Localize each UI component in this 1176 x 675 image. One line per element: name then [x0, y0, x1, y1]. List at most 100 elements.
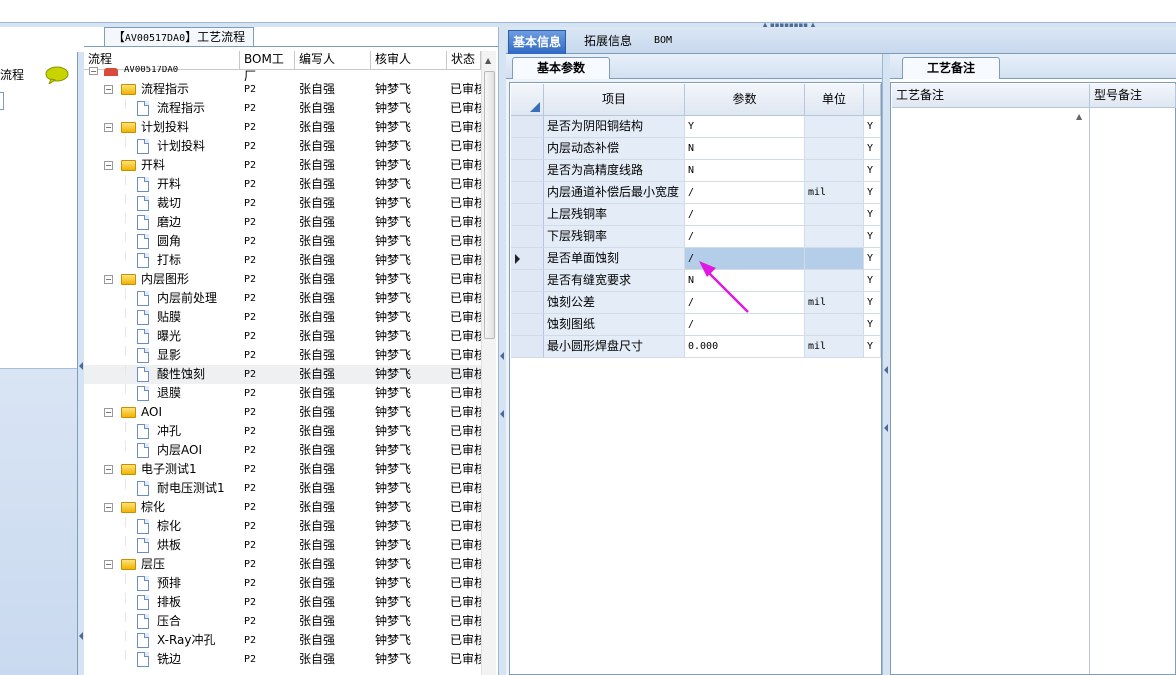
- param-flag: Y: [864, 160, 881, 182]
- row-indicator[interactable]: [511, 226, 544, 248]
- collapse-left-arrow-icon-2[interactable]: [79, 632, 83, 640]
- param-row[interactable]: 上层残铜率 / Y: [511, 204, 881, 226]
- collapse-toggle-icon[interactable]: −: [104, 85, 113, 94]
- tree-row[interactable]: 圆角 P2 张自强 钟梦飞 已审核: [84, 232, 481, 251]
- tree-row[interactable]: 内层前处理 P2 张自强 钟梦飞 已审核: [84, 289, 481, 308]
- folder-icon: [121, 407, 136, 418]
- tab-bom[interactable]: BOM: [650, 30, 676, 54]
- collapse-toggle-icon[interactable]: −: [89, 67, 98, 76]
- tree-row[interactable]: 计划投料 P2 张自强 钟梦飞 已审核: [84, 137, 481, 156]
- param-row[interactable]: 内层动态补偿 N Y: [511, 138, 881, 160]
- grid-col-item[interactable]: 项目: [544, 84, 685, 116]
- tree-row[interactable]: 流程指示 P2 张自强 钟梦飞 已审核: [84, 99, 481, 118]
- param-value[interactable]: N: [685, 160, 805, 182]
- collapse-right-arrow-icon[interactable]: [884, 366, 888, 374]
- tree-row[interactable]: 打标 P2 张自强 钟梦飞 已审核: [84, 251, 481, 270]
- param-value[interactable]: Y: [685, 116, 805, 138]
- home-icon: [104, 68, 118, 76]
- tree-row[interactable]: 冲孔 P2 张自强 钟梦飞 已审核: [84, 422, 481, 441]
- param-value[interactable]: /: [685, 204, 805, 226]
- notes-scroll-up-icon[interactable]: ▲: [1076, 112, 1082, 121]
- tree-row[interactable]: − 流程指示 P2 张自强 钟梦飞 已审核: [84, 80, 481, 99]
- tree-row[interactable]: − 电子测试1 P2 张自强 钟梦飞 已审核: [84, 460, 481, 479]
- collapse-middle-arrow-icon[interactable]: [500, 352, 504, 360]
- grid-col-param[interactable]: 参数: [685, 84, 805, 116]
- param-row[interactable]: 是否为高精度线路 N Y: [511, 160, 881, 182]
- tree-connector: [125, 175, 126, 185]
- tree-row[interactable]: 退膜 P2 张自强 钟梦飞 已审核: [84, 384, 481, 403]
- param-row[interactable]: 是否为阴阳铜结构 Y Y: [511, 116, 881, 138]
- tree-row[interactable]: 酸性蚀刻 P2 张自强 钟梦飞 已审核: [84, 365, 481, 384]
- grid-col-unit[interactable]: 单位: [805, 84, 864, 116]
- collapse-toggle-icon[interactable]: −: [104, 408, 113, 417]
- row-indicator[interactable]: [511, 336, 544, 358]
- scroll-up-icon[interactable]: ▲: [485, 56, 491, 65]
- param-row[interactable]: 下层残铜率 / Y: [511, 226, 881, 248]
- tree-row[interactable]: 排板 P2 张自强 钟梦飞 已审核: [84, 593, 481, 612]
- tree-scroll-thumb[interactable]: [484, 71, 495, 339]
- tree-row[interactable]: − 开料 P2 张自强 钟梦飞 已审核: [84, 156, 481, 175]
- tree-row[interactable]: 内层AOI P2 张自强 钟梦飞 已审核: [84, 441, 481, 460]
- notes-col-model[interactable]: 型号备注: [1090, 84, 1176, 108]
- tree-row[interactable]: 预排 P2 张自强 钟梦飞 已审核: [84, 574, 481, 593]
- param-value[interactable]: /: [685, 226, 805, 248]
- collapse-toggle-icon[interactable]: −: [104, 503, 113, 512]
- collapse-middle-arrow-icon-2[interactable]: [500, 410, 504, 418]
- tree-row[interactable]: 显影 P2 张自强 钟梦飞 已审核: [84, 346, 481, 365]
- tree-root-row[interactable]: − AV00517DA0: [84, 66, 481, 76]
- tree-row[interactable]: 贴膜 P2 张自强 钟梦飞 已审核: [84, 308, 481, 327]
- param-value[interactable]: /: [685, 182, 805, 204]
- notes-col-craft[interactable]: 工艺备注: [892, 84, 1090, 108]
- row-indicator[interactable]: [511, 182, 544, 204]
- collapse-toggle-icon[interactable]: −: [104, 560, 113, 569]
- row-indicator[interactable]: [511, 314, 544, 336]
- tree-scrollbar[interactable]: ▲: [481, 51, 496, 675]
- tree-row[interactable]: − 层压 P2 张自强 钟梦飞 已审核: [84, 555, 481, 574]
- collapse-toggle-icon[interactable]: −: [104, 465, 113, 474]
- tree-row[interactable]: − 内层图形 P2 张自强 钟梦飞 已审核: [84, 270, 481, 289]
- row-indicator[interactable]: [511, 116, 544, 138]
- collapse-toggle-icon[interactable]: −: [104, 123, 113, 132]
- tree-row[interactable]: 棕化 P2 张自强 钟梦飞 已审核: [84, 517, 481, 536]
- row-indicator[interactable]: [511, 204, 544, 226]
- notes-craft-cell[interactable]: [892, 108, 1090, 674]
- tab-basic-info[interactable]: 基本信息: [508, 30, 567, 54]
- tree-row[interactable]: 压合 P2 张自强 钟梦飞 已审核: [84, 612, 481, 631]
- subtab-craft-notes[interactable]: 工艺备注: [902, 57, 1000, 79]
- row-indicator[interactable]: [511, 160, 544, 182]
- row-indicator[interactable]: [511, 270, 544, 292]
- param-value[interactable]: N: [685, 138, 805, 160]
- param-value[interactable]: 0.000: [685, 336, 805, 358]
- param-row[interactable]: 最小圆形焊盘尺寸 0.000 mil Y: [511, 336, 881, 358]
- speech-bubble-icon[interactable]: [45, 66, 69, 84]
- tree-cell-reviewer: 钟梦飞: [375, 215, 412, 229]
- right-splitter[interactable]: [882, 54, 890, 675]
- tree-row[interactable]: 开料 P2 张自强 钟梦飞 已审核: [84, 175, 481, 194]
- tree-row[interactable]: 铣边 P2 张自强 钟梦飞 已审核: [84, 650, 481, 669]
- tree-row[interactable]: 裁切 P2 张自强 钟梦飞 已审核: [84, 194, 481, 213]
- collapse-right-arrow-icon-2[interactable]: [884, 424, 888, 432]
- collapse-left-arrow-icon[interactable]: [79, 362, 83, 370]
- left-nav-input[interactable]: [0, 92, 4, 110]
- middle-splitter[interactable]: [498, 27, 506, 675]
- tree-row[interactable]: X-Ray冲孔 P2 张自强 钟梦飞 已审核: [84, 631, 481, 650]
- param-item: 是否单面蚀刻: [544, 248, 685, 270]
- tab-extended-info[interactable]: 拓展信息: [580, 30, 636, 54]
- tree-row[interactable]: 曝光 P2 张自强 钟梦飞 已审核: [84, 327, 481, 346]
- tree-row[interactable]: 磨边 P2 张自强 钟梦飞 已审核: [84, 213, 481, 232]
- tree-row[interactable]: − 计划投料 P2 张自强 钟梦飞 已审核: [84, 118, 481, 137]
- row-indicator[interactable]: [511, 248, 544, 270]
- tree-cell-factory: P2: [244, 635, 257, 646]
- tree-row[interactable]: 耐电压测试1 P2 张自强 钟梦飞 已审核: [84, 479, 481, 498]
- tree-row[interactable]: − AOI P2 张自强 钟梦飞 已审核: [84, 403, 481, 422]
- subtab-basic-params[interactable]: 基本参数: [512, 57, 610, 79]
- tree-row[interactable]: 烘板 P2 张自强 钟梦飞 已审核: [84, 536, 481, 555]
- collapse-toggle-icon[interactable]: −: [104, 161, 113, 170]
- row-indicator[interactable]: [511, 292, 544, 314]
- tree-row[interactable]: − 棕化 P2 张自强 钟梦飞 已审核: [84, 498, 481, 517]
- collapse-toggle-icon[interactable]: −: [104, 275, 113, 284]
- left-nav-label[interactable]: 流程: [0, 66, 24, 83]
- param-row[interactable]: 内层通道补偿后最小宽度 / mil Y: [511, 182, 881, 204]
- row-indicator[interactable]: [511, 138, 544, 160]
- tree-cell-factory: P2: [244, 179, 257, 190]
